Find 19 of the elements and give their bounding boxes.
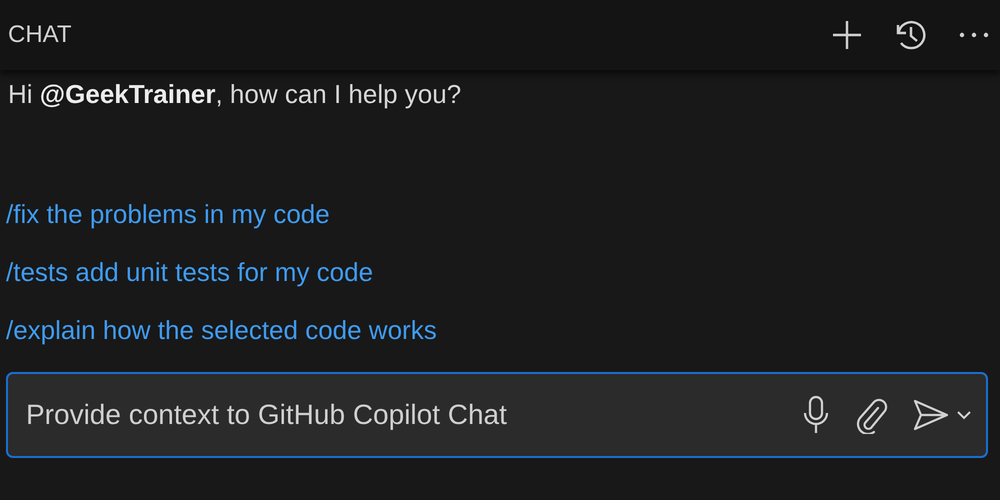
microphone-icon: [802, 395, 830, 435]
paperclip-icon: [854, 396, 888, 434]
chat-input-field[interactable]: Provide context to GitHub Copilot Chat: [6, 372, 988, 458]
voice-button[interactable]: [802, 395, 830, 435]
send-button[interactable]: [912, 398, 950, 432]
suggestion-link[interactable]: /tests add unit tests for my code: [6, 256, 374, 288]
more-icon: [958, 31, 990, 39]
more-button[interactable]: [958, 31, 990, 39]
suggestion-link[interactable]: /fix the problems in my code: [6, 198, 330, 230]
send-options-button[interactable]: [956, 410, 972, 420]
send-icon: [912, 398, 950, 432]
attach-button[interactable]: [854, 396, 888, 434]
chat-input-text[interactable]: Provide context to GitHub Copilot Chat: [24, 398, 778, 432]
new-chat-button[interactable]: [830, 18, 864, 52]
chevron-down-icon: [956, 410, 972, 420]
suggestion-link[interactable]: /explain how the selected code works: [6, 314, 437, 346]
greeting-message: Hi @GeekTrainer, how can I help you?: [8, 78, 462, 110]
panel-title: CHAT: [8, 21, 73, 49]
plus-icon: [830, 18, 864, 52]
